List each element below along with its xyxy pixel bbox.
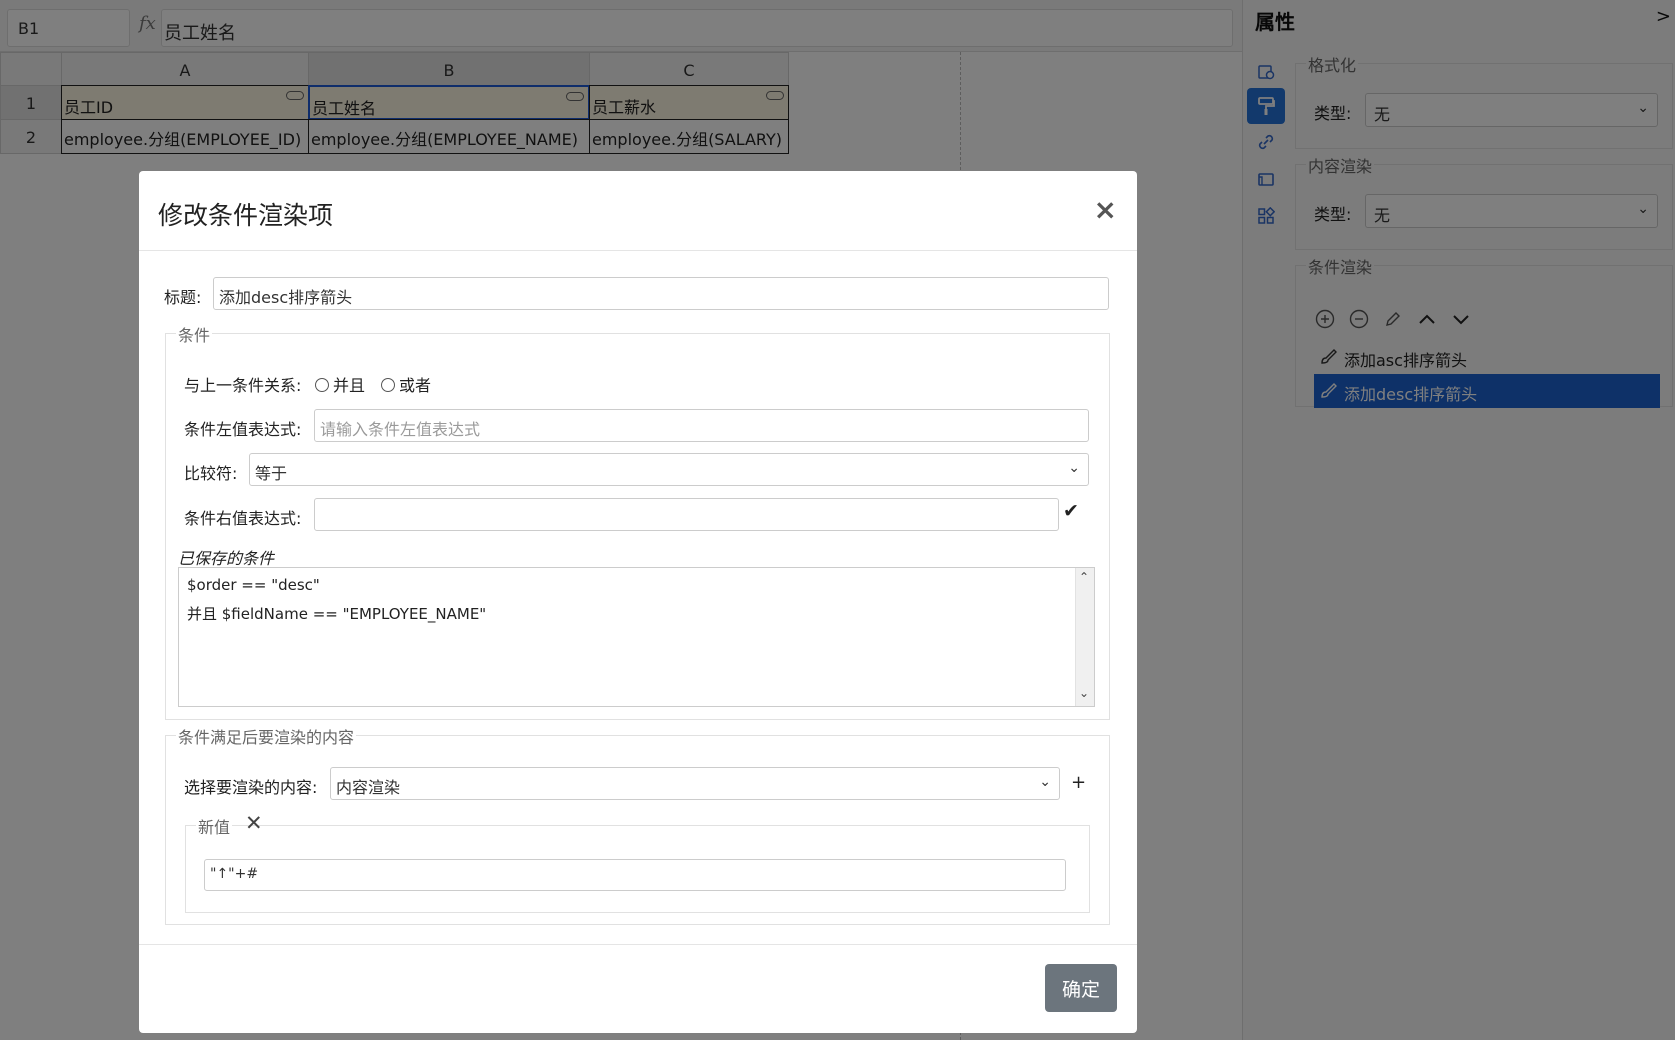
scroll-up-icon[interactable]: ⌃ <box>1079 570 1089 584</box>
condition-legend: 条件 <box>176 322 213 346</box>
relation-and-label: 并且 <box>333 376 366 395</box>
title-input[interactable]: 添加desc排序箭头 <box>213 277 1109 310</box>
saved-conditions-scrollbar[interactable]: ⌃ ⌄ <box>1075 568 1094 706</box>
chevron-down-icon: ⌄ <box>1039 774 1051 790</box>
render-content-label: 选择要渲染的内容: <box>184 778 318 797</box>
comparator-label: 比较符: <box>184 464 238 483</box>
chevron-down-icon: ⌄ <box>1068 460 1080 476</box>
radio-icon <box>315 378 329 392</box>
dialog-header: 修改条件渲染项 × <box>139 171 1137 251</box>
saved-condition-line: $order == "desc" <box>187 576 320 594</box>
relation-and-radio[interactable]: 并且 <box>315 372 365 396</box>
right-expression-input[interactable] <box>314 498 1059 531</box>
add-render-icon[interactable]: + <box>1071 772 1086 793</box>
dialog-footer: 确定 <box>139 944 1137 1033</box>
saved-conditions-box[interactable]: $order == "desc" 并且 $fieldName == "EMPLO… <box>178 567 1095 707</box>
right-expression-label: 条件右值表达式: <box>184 509 302 528</box>
left-expression-label: 条件左值表达式: <box>184 420 302 439</box>
remove-new-value-icon[interactable]: ✕ <box>245 811 263 835</box>
confirm-check-icon[interactable]: ✔ <box>1063 500 1079 522</box>
render-legend: 条件满足后要渲染的内容 <box>176 724 357 748</box>
confirm-button[interactable]: 确定 <box>1045 964 1117 1012</box>
new-value-legend: 新值 <box>196 814 233 838</box>
comparator-select[interactable]: 等于 ⌄ <box>249 453 1089 486</box>
comparator-value: 等于 <box>255 464 288 483</box>
relation-label: 与上一条件关系: <box>184 376 302 395</box>
render-content-select[interactable]: 内容渲染 ⌄ <box>330 767 1060 800</box>
scroll-down-icon[interactable]: ⌄ <box>1079 686 1089 700</box>
saved-condition-line: 并且 $fieldName == "EMPLOYEE_NAME" <box>187 605 487 623</box>
dialog-title: 修改条件渲染项 <box>158 201 334 230</box>
render-content-value: 内容渲染 <box>336 778 401 797</box>
left-expression-input[interactable]: 请输入条件左值表达式 <box>314 409 1089 442</box>
relation-or-label: 或者 <box>399 376 432 395</box>
close-icon[interactable]: × <box>1094 193 1117 226</box>
relation-or-radio[interactable]: 或者 <box>381 372 431 396</box>
edit-conditional-render-dialog: 修改条件渲染项 × 标题: 添加desc排序箭头 条件 与上一条件关系: 并且 … <box>139 171 1137 1033</box>
new-value-input[interactable]: "↑"+# <box>204 859 1066 891</box>
title-label: 标题: <box>164 288 202 307</box>
saved-conditions-label: 已保存的条件 <box>178 549 275 568</box>
radio-icon <box>381 378 395 392</box>
